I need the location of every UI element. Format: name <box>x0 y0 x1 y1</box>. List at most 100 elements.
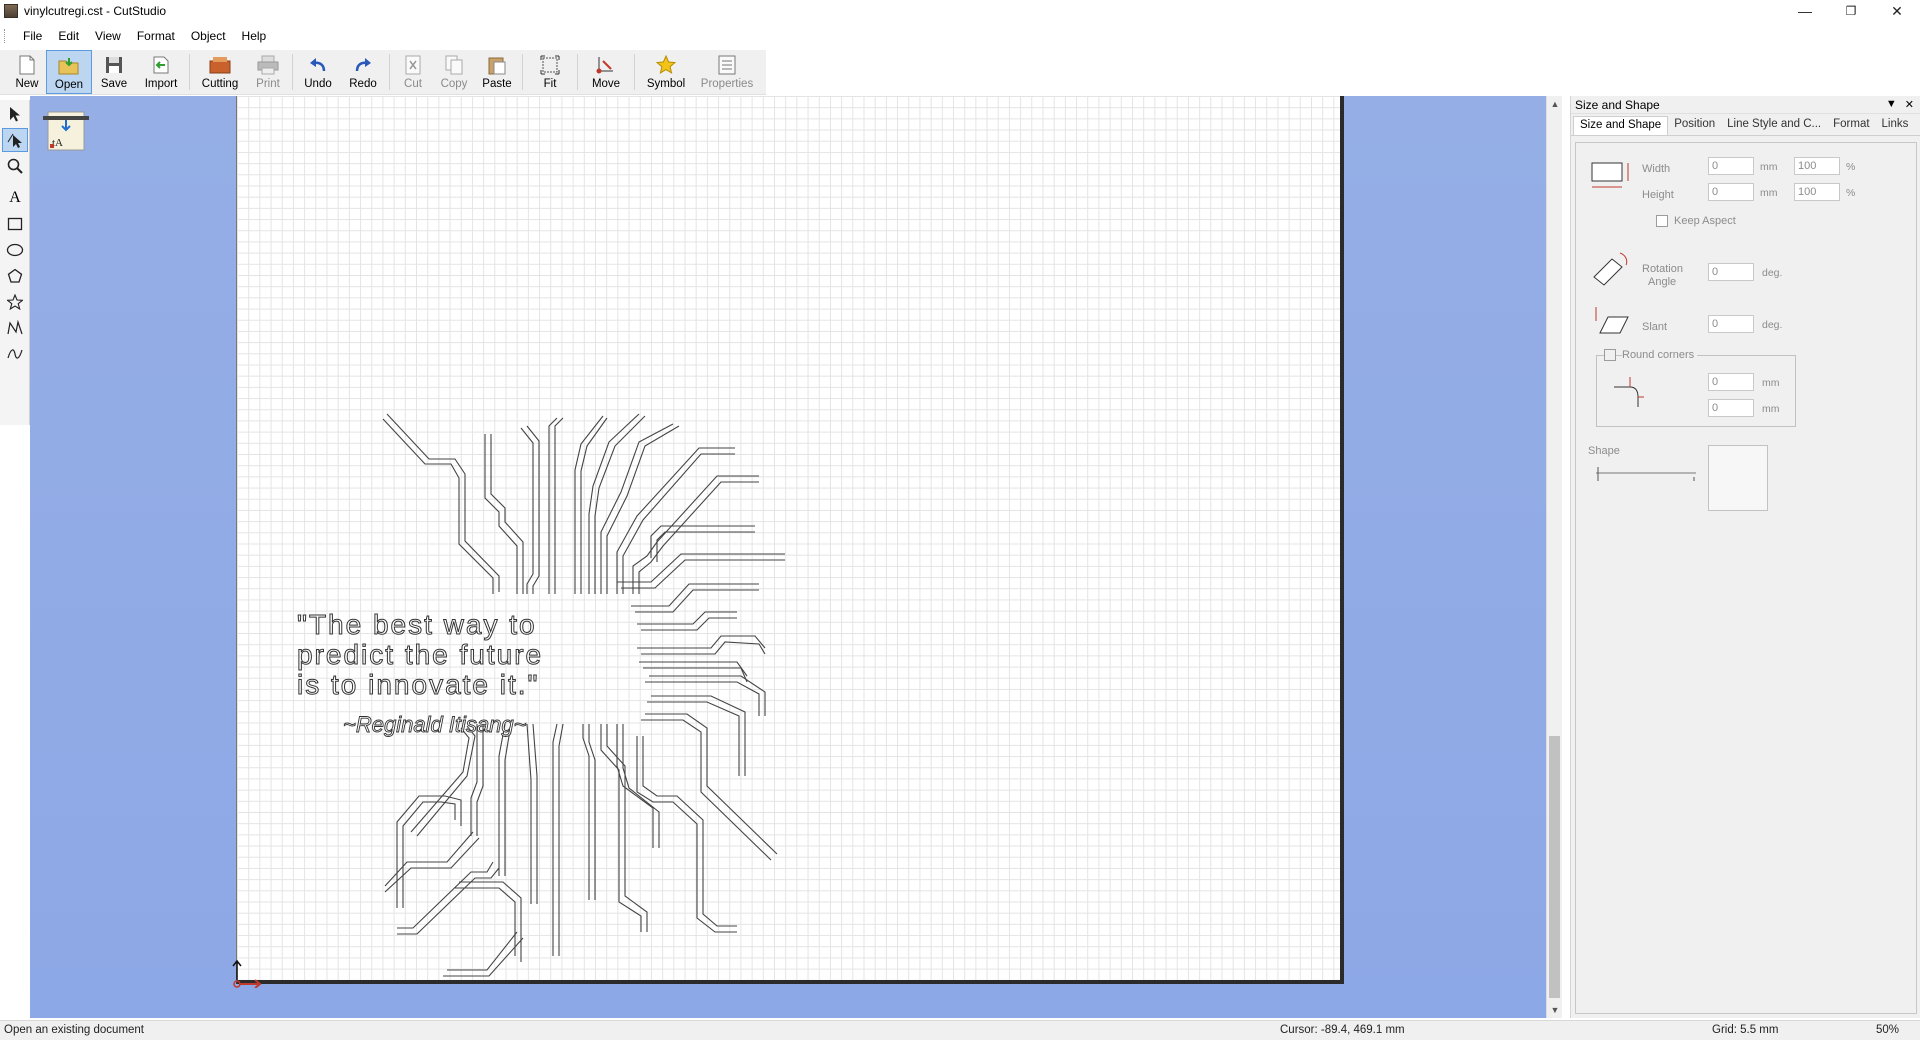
rectangle-icon <box>7 217 23 231</box>
height-percent-input[interactable]: 100 <box>1794 183 1840 201</box>
fit-button[interactable]: Fit <box>526 50 574 94</box>
width-input[interactable]: 0 <box>1708 157 1754 175</box>
star-symbol-icon <box>655 54 677 76</box>
rectangle-tool[interactable] <box>2 212 28 236</box>
main-toolbar: New Open Save Import Cutting Print Undo … <box>0 50 766 95</box>
menu-bar: File Edit View Format Object Help <box>0 26 274 46</box>
copy-button[interactable]: Copy <box>433 50 475 94</box>
polygon-tool[interactable] <box>2 264 28 288</box>
cut-button[interactable]: Cut <box>393 50 433 94</box>
tab-size-and-shape[interactable]: Size and Shape <box>1573 116 1669 135</box>
print-button[interactable]: Print <box>247 50 289 94</box>
corner-input-2[interactable]: 0 <box>1708 399 1754 417</box>
fit-icon <box>539 54 561 76</box>
move-button[interactable]: Move <box>581 50 631 94</box>
star-tool[interactable] <box>2 290 28 314</box>
panel-title-bar: Size and Shape ▼ ✕ <box>1571 96 1920 114</box>
menu-edit[interactable]: Edit <box>50 29 87 43</box>
panel-body: Width 0 mm 100 % Height 0 mm 100 % Keep … <box>1575 142 1917 1014</box>
scissors-icon <box>402 54 424 76</box>
curve-tool[interactable] <box>2 342 28 366</box>
round-corners-label: Round corners <box>1622 349 1698 361</box>
undo-icon <box>307 54 329 76</box>
menu-view[interactable]: View <box>87 29 129 43</box>
cutting-sheet[interactable]: "The best way to predict the future is t… <box>232 96 1345 988</box>
zoom-tool[interactable] <box>2 154 28 178</box>
toolbar-separator <box>522 54 523 90</box>
polygon-icon <box>7 268 23 283</box>
rotation-input[interactable]: 0 <box>1708 263 1754 281</box>
slant-input[interactable]: 0 <box>1708 315 1754 333</box>
toolbar-separator <box>634 54 635 90</box>
restore-button[interactable]: ❐ <box>1828 0 1874 22</box>
properties-button[interactable]: Properties <box>694 50 760 94</box>
redo-icon <box>352 54 374 76</box>
vertical-scrollbar[interactable]: ▲ ▼ <box>1546 96 1562 1018</box>
shape-slider[interactable] <box>1594 461 1704 485</box>
close-button[interactable]: ✕ <box>1874 0 1920 22</box>
import-button[interactable]: Import <box>136 50 186 94</box>
scroll-thumb[interactable] <box>1549 736 1560 998</box>
tab-position[interactable]: Position <box>1668 116 1721 135</box>
quote-line-1[interactable]: "The best way to <box>297 609 537 641</box>
keep-aspect-checkbox[interactable] <box>1656 215 1668 227</box>
tool-palette: A <box>0 100 30 425</box>
edit-points-icon <box>7 133 22 148</box>
keep-aspect-label: Keep Aspect <box>1674 215 1736 227</box>
menu-format[interactable]: Format <box>129 29 183 43</box>
canvas-workspace[interactable]: tA "The best way to predict the future i… <box>30 96 1554 1018</box>
app-icon <box>4 4 18 18</box>
tab-links[interactable]: Links <box>1876 116 1915 135</box>
restore-icon: ❐ <box>1845 4 1857 18</box>
ellipse-icon <box>6 243 24 257</box>
shape-preview <box>1708 445 1768 511</box>
chevron-up-icon: ▲ <box>1550 99 1560 109</box>
quote-line-2[interactable]: predict the future <box>297 639 543 671</box>
menu-help[interactable]: Help <box>234 29 275 43</box>
tab-line-style[interactable]: Line Style and C... <box>1721 116 1827 135</box>
quote-author[interactable]: ~Reginald Itisang~ <box>343 712 528 738</box>
rotation-label-1: Rotation <box>1642 263 1683 275</box>
document-thumbnail-icon[interactable]: tA <box>42 106 90 154</box>
scroll-up-button[interactable]: ▲ <box>1547 96 1563 112</box>
polyline-icon <box>7 320 23 335</box>
grid-size: Grid: 5.5 mm <box>1712 1024 1779 1036</box>
save-button[interactable]: Save <box>92 50 136 94</box>
ellipse-tool[interactable] <box>2 238 28 262</box>
size-and-shape-panel: Size and Shape ▼ ✕ Size and Shape Positi… <box>1570 96 1920 1018</box>
minimize-button[interactable]: — <box>1782 0 1828 22</box>
text-tool[interactable]: A <box>2 186 28 210</box>
menu-object[interactable]: Object <box>183 29 234 43</box>
round-corners-checkbox[interactable] <box>1604 349 1616 361</box>
cutting-button[interactable]: Cutting <box>193 50 247 94</box>
symbol-button[interactable]: Symbol <box>638 50 694 94</box>
edit-points-tool[interactable] <box>2 128 28 152</box>
corner-unit-2: mm <box>1762 403 1780 415</box>
menu-file[interactable]: File <box>15 29 50 43</box>
polyline-tool[interactable] <box>2 316 28 340</box>
undo-button[interactable]: Undo <box>296 50 340 94</box>
copy-icon <box>443 54 465 76</box>
panel-dropdown-icon[interactable]: ▼ <box>1886 98 1897 111</box>
cutter-icon <box>209 54 231 76</box>
select-tool[interactable] <box>2 102 28 126</box>
paste-button[interactable]: Paste <box>475 50 519 94</box>
corner-input-1[interactable]: 0 <box>1708 373 1754 391</box>
quote-text-group: "The best way to predict the future is t… <box>297 609 543 701</box>
width-percent-input[interactable]: 100 <box>1794 157 1840 175</box>
slant-unit: deg. <box>1762 319 1783 331</box>
close-icon: ✕ <box>1891 2 1903 19</box>
new-button[interactable]: New <box>8 50 46 94</box>
tab-format[interactable]: Format <box>1827 116 1875 135</box>
open-button[interactable]: Open <box>46 50 92 94</box>
properties-icon <box>716 54 738 76</box>
import-icon <box>150 54 172 76</box>
open-folder-icon <box>58 55 80 77</box>
circuit-artwork[interactable]: "The best way to predict the future is t… <box>237 96 1345 984</box>
panel-close-icon[interactable]: ✕ <box>1905 98 1914 111</box>
height-input[interactable]: 0 <box>1708 183 1754 201</box>
quote-line-3[interactable]: is to innovate it." <box>297 669 540 701</box>
scroll-down-button[interactable]: ▼ <box>1547 1002 1563 1018</box>
redo-button[interactable]: Redo <box>340 50 386 94</box>
size-icon <box>1591 162 1629 188</box>
